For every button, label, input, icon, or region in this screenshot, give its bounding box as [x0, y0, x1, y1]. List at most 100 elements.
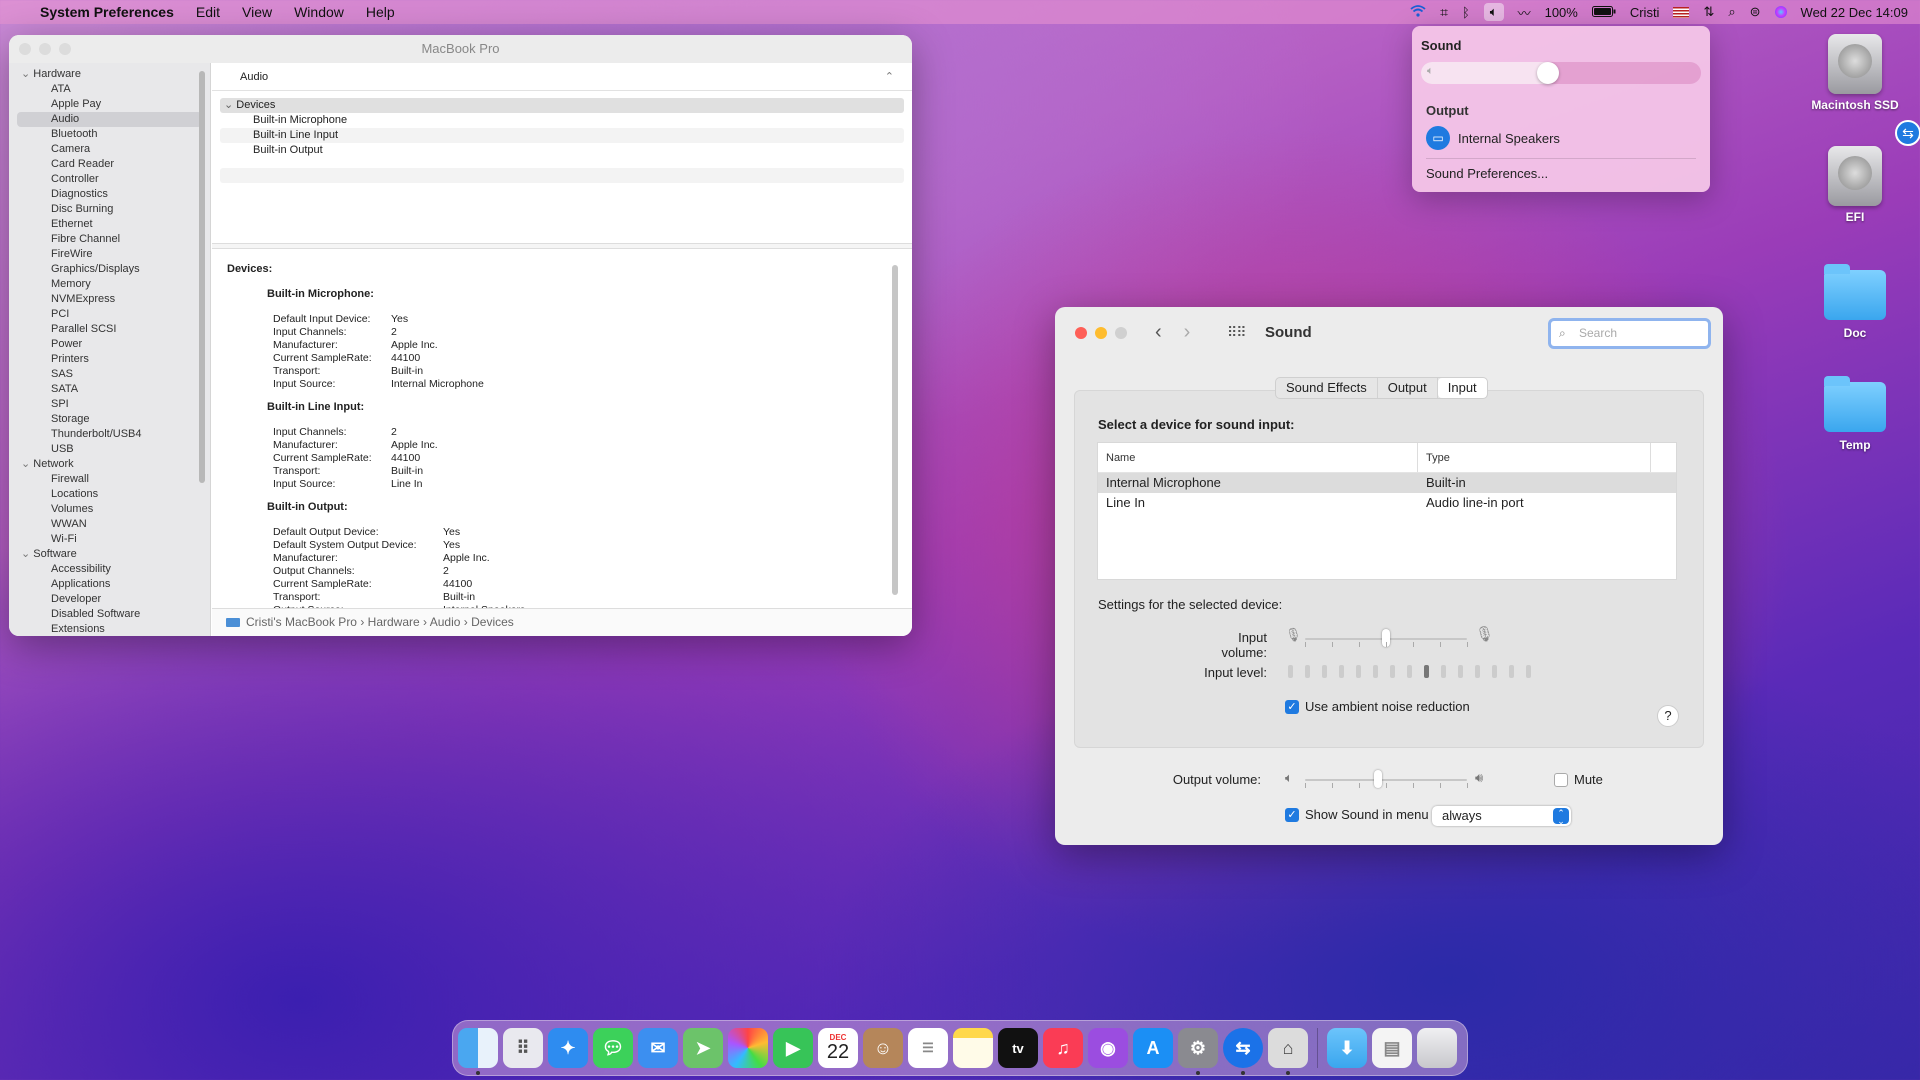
sidebar-item[interactable]: FireWire — [9, 247, 210, 262]
launchpad-icon[interactable]: ⠿ — [503, 1028, 543, 1068]
sidebar-item[interactable]: Wi-Fi — [9, 532, 210, 547]
sidebar-item[interactable]: PCI — [9, 307, 210, 322]
trash-icon[interactable] — [1417, 1028, 1457, 1068]
sidebar-item[interactable]: NVMExpress — [9, 292, 210, 307]
apple-tv-icon[interactable]: tv — [998, 1028, 1038, 1068]
help-button[interactable]: ? — [1657, 705, 1679, 727]
mute-checkbox[interactable] — [1554, 773, 1568, 787]
tab-sound-effects[interactable]: Sound Effects — [1276, 378, 1378, 398]
downloads-folder-icon[interactable]: ⬇ — [1327, 1028, 1367, 1068]
sidebar-item[interactable]: Extensions — [9, 622, 210, 636]
sidebar-item[interactable]: Camera — [9, 142, 210, 157]
volume-slider[interactable]: 🔈︎ — [1421, 62, 1701, 84]
breadcrumb-item[interactable]: Hardware — [368, 615, 420, 629]
sidebar-item[interactable]: SPI — [9, 397, 210, 412]
desktop-icon-efi[interactable]: EFI — [1795, 146, 1915, 224]
sidebar-item[interactable]: Disabled Software — [9, 607, 210, 622]
zoom-button[interactable] — [1115, 327, 1127, 339]
volume-icon[interactable]: 🔈︎ — [1483, 3, 1504, 21]
device-item[interactable]: Built-in Microphone — [220, 113, 904, 128]
photos-icon[interactable] — [728, 1028, 768, 1068]
user-name[interactable]: Cristi — [1630, 5, 1660, 20]
sidebar-item[interactable]: Audio — [17, 112, 202, 127]
menu-window[interactable]: Window — [294, 4, 344, 20]
detail-scrollbar[interactable] — [892, 265, 898, 595]
desktop-icon-temp[interactable]: Temp — [1795, 376, 1915, 452]
table-row[interactable]: Line In Audio line-in port — [1098, 493, 1676, 513]
safari-icon[interactable]: ✦ — [548, 1028, 588, 1068]
show-all-grid-icon[interactable]: ⠿⠿ — [1227, 324, 1246, 341]
tab-input[interactable]: Input — [1437, 378, 1487, 398]
sidebar-item[interactable]: Disc Burning — [9, 202, 210, 217]
sidebar-item[interactable]: ATA — [9, 82, 210, 97]
sidebar-item[interactable]: Thunderbolt/USB4 — [9, 427, 210, 442]
zoom-button[interactable] — [59, 43, 71, 55]
device-item[interactable]: Built-in Line Input — [220, 128, 904, 143]
tab-output[interactable]: Output — [1378, 378, 1438, 398]
window-preview-icon[interactable]: ▤ — [1372, 1028, 1412, 1068]
pane-splitter[interactable] — [212, 243, 912, 249]
menu-help[interactable]: Help — [366, 4, 395, 20]
podcasts-icon[interactable]: ◉ — [1088, 1028, 1128, 1068]
device-item[interactable]: Built-in Output — [220, 143, 904, 158]
output-volume-knob[interactable] — [1373, 770, 1382, 788]
chevron-up-icon[interactable]: ⌃ — [885, 63, 894, 91]
wifi-icon[interactable] — [1410, 4, 1426, 20]
sidebar-item[interactable]: Controller — [9, 172, 210, 187]
battery-icon[interactable] — [1591, 5, 1616, 20]
facetime-icon[interactable]: ▶ — [773, 1028, 813, 1068]
calendar-icon[interactable]: DEC 22 — [818, 1028, 858, 1068]
contacts-icon[interactable]: ☺ — [863, 1028, 903, 1068]
app-store-icon[interactable]: A — [1133, 1028, 1173, 1068]
network-icon[interactable]: ⇅ — [1703, 4, 1714, 20]
app-menu[interactable]: System Preferences — [40, 4, 174, 20]
column-name[interactable]: Name — [1098, 443, 1418, 472]
sidebar-item[interactable]: Bluetooth — [9, 127, 210, 142]
flag-icon[interactable] — [1673, 6, 1690, 18]
show-sound-menu-checkbox[interactable]: ✓ — [1285, 808, 1299, 822]
sidebar-item[interactable]: Storage — [9, 412, 210, 427]
sidebar-item[interactable]: USB — [9, 442, 210, 457]
maps-icon[interactable]: ➤ — [683, 1028, 723, 1068]
notes-icon[interactable] — [953, 1028, 993, 1068]
sidebar-item[interactable]: Developer — [9, 592, 210, 607]
sidebar-item[interactable]: Fibre Channel — [9, 232, 210, 247]
output-volume-slider[interactable] — [1305, 779, 1467, 781]
ambient-noise-checkbox[interactable]: ✓ — [1285, 700, 1299, 714]
system-information-icon[interactable]: ⌂ — [1268, 1028, 1308, 1075]
sidebar-item[interactable]: SATA — [9, 382, 210, 397]
section-header[interactable]: Audio ⌃ — [212, 63, 912, 91]
sound-preferences-link[interactable]: Sound Preferences... — [1426, 166, 1548, 181]
minimize-button[interactable] — [39, 43, 51, 55]
mail-icon[interactable]: ✉ — [638, 1028, 678, 1068]
sidebar-item[interactable]: Power — [9, 337, 210, 352]
back-icon[interactable]: ‹ — [1155, 321, 1162, 344]
close-button[interactable] — [19, 43, 31, 55]
activity-icon[interactable]: ⌗ — [1440, 4, 1448, 21]
column-type[interactable]: Type — [1418, 443, 1651, 472]
table-row[interactable]: Internal Microphone Built-in — [1098, 473, 1676, 493]
output-device[interactable]: ▭ Internal Speakers — [1426, 126, 1560, 150]
close-button[interactable] — [1075, 327, 1087, 339]
desktop-icon-macintosh-ssd[interactable]: Macintosh SSD — [1795, 34, 1915, 112]
search-input[interactable]: ⌕ Search — [1548, 318, 1711, 349]
sidebar-category[interactable]: Network — [9, 457, 210, 472]
sidebar-item[interactable]: Diagnostics — [9, 187, 210, 202]
sidebar-scrollbar[interactable] — [199, 71, 205, 483]
breadcrumb-item[interactable]: Cristi's MacBook Pro — [246, 615, 357, 629]
sidebar-category[interactable]: Software — [9, 547, 210, 562]
volume-knob[interactable] — [1537, 62, 1560, 84]
sidebar-item[interactable]: Accessibility — [9, 562, 210, 577]
music-icon[interactable]: ♫ — [1043, 1028, 1083, 1068]
sidebar-item[interactable]: Ethernet — [9, 217, 210, 232]
sidebar-item[interactable]: Card Reader — [9, 157, 210, 172]
clock[interactable]: Wed 22 Dec 14:09 — [1801, 5, 1908, 20]
sidebar-item[interactable]: Memory — [9, 277, 210, 292]
reminders-icon[interactable]: ☰ — [908, 1028, 948, 1068]
forward-icon[interactable]: › — [1184, 321, 1191, 344]
teamviewer-icon[interactable]: ⇆ — [1895, 120, 1920, 146]
control-center-icon[interactable]: ⊜ — [1750, 4, 1761, 20]
breadcrumb-item[interactable]: Audio — [430, 615, 461, 629]
show-sound-menu-select[interactable]: always ⌃ ⌄ — [1432, 806, 1571, 826]
sidebar-item[interactable]: SAS — [9, 367, 210, 382]
